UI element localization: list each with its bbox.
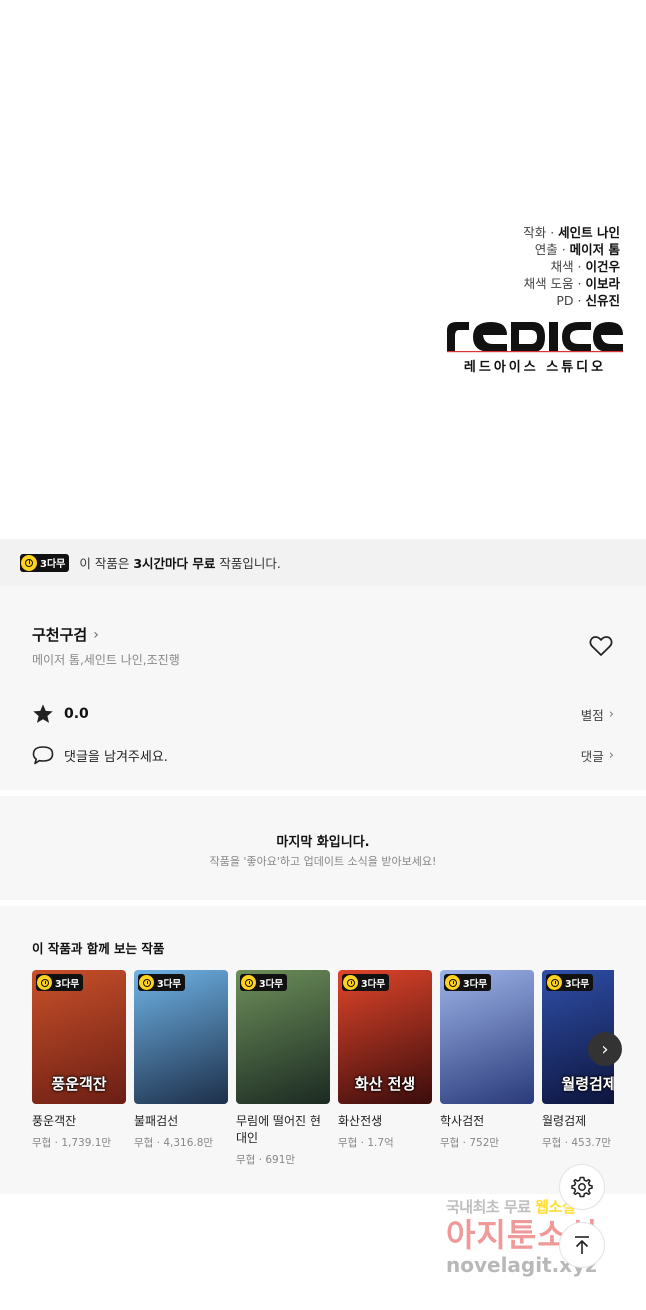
- clock-icon: [547, 975, 562, 990]
- wait-free-badge: 3다무: [546, 974, 594, 991]
- recommendations-heading: 이 작품과 함께 보는 작품: [32, 941, 165, 956]
- card-title: 월령검제: [542, 1114, 587, 1128]
- rating-value: 0.0: [64, 706, 89, 722]
- wait-free-badge: 3다무: [240, 974, 288, 991]
- star-icon: [33, 704, 53, 723]
- chevron-right-icon: ›: [608, 706, 614, 722]
- comment-prompt: 댓글을 남겨주세요.: [64, 749, 168, 765]
- cover-title: 월령검제: [561, 1075, 614, 1093]
- recommendation-list: 3다무 풍운객잔 풍운객잔 무협 · 1,739.1만 3다무 불패검선 무협 · 4,31…: [32, 970, 614, 1180]
- card-meta: 무협 · 1,739.1만: [32, 1137, 112, 1149]
- cover-image: 3다무: [440, 970, 534, 1104]
- recommendation-card[interactable]: 3다무무림에 떨어진 현대인무협 · 691만: [236, 970, 330, 1167]
- clock-icon: [139, 975, 154, 990]
- cover-image: 3다무풍운객잔: [32, 970, 126, 1104]
- recommendations: 이 작품과 함께 보는 작품 3다무 풍운객잔 풍운객잔 무협 · 1,739.1만 3…: [0, 906, 646, 1194]
- wait-free-badge: 3다무: [444, 974, 492, 991]
- card-meta: 무협 · 453.7만: [542, 1137, 612, 1149]
- cover-image: 3다무: [236, 970, 330, 1104]
- clock-icon: [241, 975, 256, 990]
- chevron-right-icon[interactable]: ›: [588, 1032, 622, 1066]
- cover-image: 3다무: [134, 970, 228, 1104]
- comment-row[interactable]: 댓글을 남겨주세요. 댓글 ›: [32, 743, 614, 767]
- last-episode-title: 마지막 화입니다.: [276, 835, 370, 850]
- credit-row: 채색 도움 · 이보라: [523, 276, 620, 291]
- chevron-right-icon: ›: [608, 747, 614, 763]
- recommendation-card[interactable]: 3다무 풍운객잔 풍운객잔 무협 · 1,739.1만: [32, 970, 126, 1150]
- card-meta: 무협 · 4,316.8만: [134, 1137, 214, 1149]
- wait-free-badge: 3다무: [342, 974, 390, 991]
- cover-title: 풍운객잔: [51, 1075, 107, 1093]
- clock-icon: [445, 975, 460, 990]
- work-title-link[interactable]: 구천구검 ›: [32, 624, 99, 645]
- card-meta: 무협 · 691만: [236, 1154, 296, 1166]
- work-title: 구천구검: [32, 626, 88, 644]
- studio-logo: 레드아이스 스튜디오: [445, 320, 625, 375]
- rating-row: 0.0 별점 ›: [32, 702, 614, 726]
- settings-button[interactable]: [559, 1164, 605, 1210]
- clock-icon: [21, 554, 37, 571]
- studio-name: 레드아이스 스튜디오: [463, 360, 607, 375]
- recommendation-card[interactable]: 3다무화산 전생화산전생무협 · 1.7억: [338, 970, 432, 1150]
- wait-free-badge: 3다무: [36, 974, 84, 991]
- free-banner-text: 이 작품은 3시간마다 무료 작품입니다.: [79, 556, 281, 571]
- card-title: 무림에 떨어진 현대인: [236, 1114, 321, 1145]
- clock-icon: [37, 975, 52, 990]
- credit-row: 채색 · 이건우: [550, 259, 620, 274]
- card-title: 학사검전: [440, 1114, 485, 1128]
- cover-image: 3다무화산 전생: [338, 970, 432, 1104]
- card-meta: 무협 · 752만: [440, 1137, 500, 1149]
- last-episode-subtitle: 작품을 '좋아요'하고 업데이트 소식을 받아보세요!: [209, 855, 437, 868]
- recommendation-card[interactable]: 3다무불패검선무협 · 4,316.8만: [134, 970, 228, 1150]
- gear-icon: [571, 1176, 593, 1198]
- rating-link[interactable]: 별점 ›: [581, 705, 614, 724]
- credit-row: 작화 · 세인트 나인: [523, 225, 620, 240]
- recommendation-card[interactable]: 3다무학사검전무협 · 752만: [440, 970, 534, 1150]
- card-meta: 무협 · 1.7억: [338, 1137, 394, 1149]
- credits: 작화 · 세인트 나인 연출 · 메이저 톰 채색 · 이건우 채색 도움 · …: [523, 224, 620, 309]
- scroll-top-button[interactable]: [559, 1222, 605, 1268]
- comment-link[interactable]: 댓글 ›: [581, 746, 614, 765]
- wait-free-badge: 3다무: [20, 553, 70, 572]
- credit-row: 연출 · 메이저 톰: [534, 242, 620, 257]
- heart-icon[interactable]: [589, 635, 613, 657]
- comment-icon: [32, 746, 54, 765]
- wait-free-badge: 3다무: [138, 974, 186, 991]
- credit-row: PD · 신유진: [556, 293, 620, 308]
- arrow-up-icon: [575, 1236, 589, 1254]
- last-episode-notice: 마지막 화입니다. 작품을 '좋아요'하고 업데이트 소식을 받아보세요!: [0, 796, 646, 900]
- work-info: 구천구검 › 메이저 톰,세인트 나인,조진행 0.0 별점 › 댓글을 남겨주세…: [0, 586, 646, 790]
- redice-logo: [447, 322, 623, 353]
- card-title: 불패검선: [134, 1114, 179, 1128]
- card-title: 화산전생: [338, 1114, 383, 1128]
- free-banner: 3다무 이 작품은 3시간마다 무료 작품입니다.: [0, 539, 646, 586]
- episode-end-page: 작화 · 세인트 나인 연출 · 메이저 톰 채색 · 이건우 채색 도움 · …: [0, 0, 646, 1310]
- work-authors: 메이저 톰,세인트 나인,조진행: [32, 653, 180, 667]
- card-title: 풍운객잔: [32, 1114, 77, 1128]
- chevron-right-icon: ›: [93, 626, 99, 643]
- clock-icon: [343, 975, 358, 990]
- cover-title: 화산 전생: [354, 1075, 416, 1093]
